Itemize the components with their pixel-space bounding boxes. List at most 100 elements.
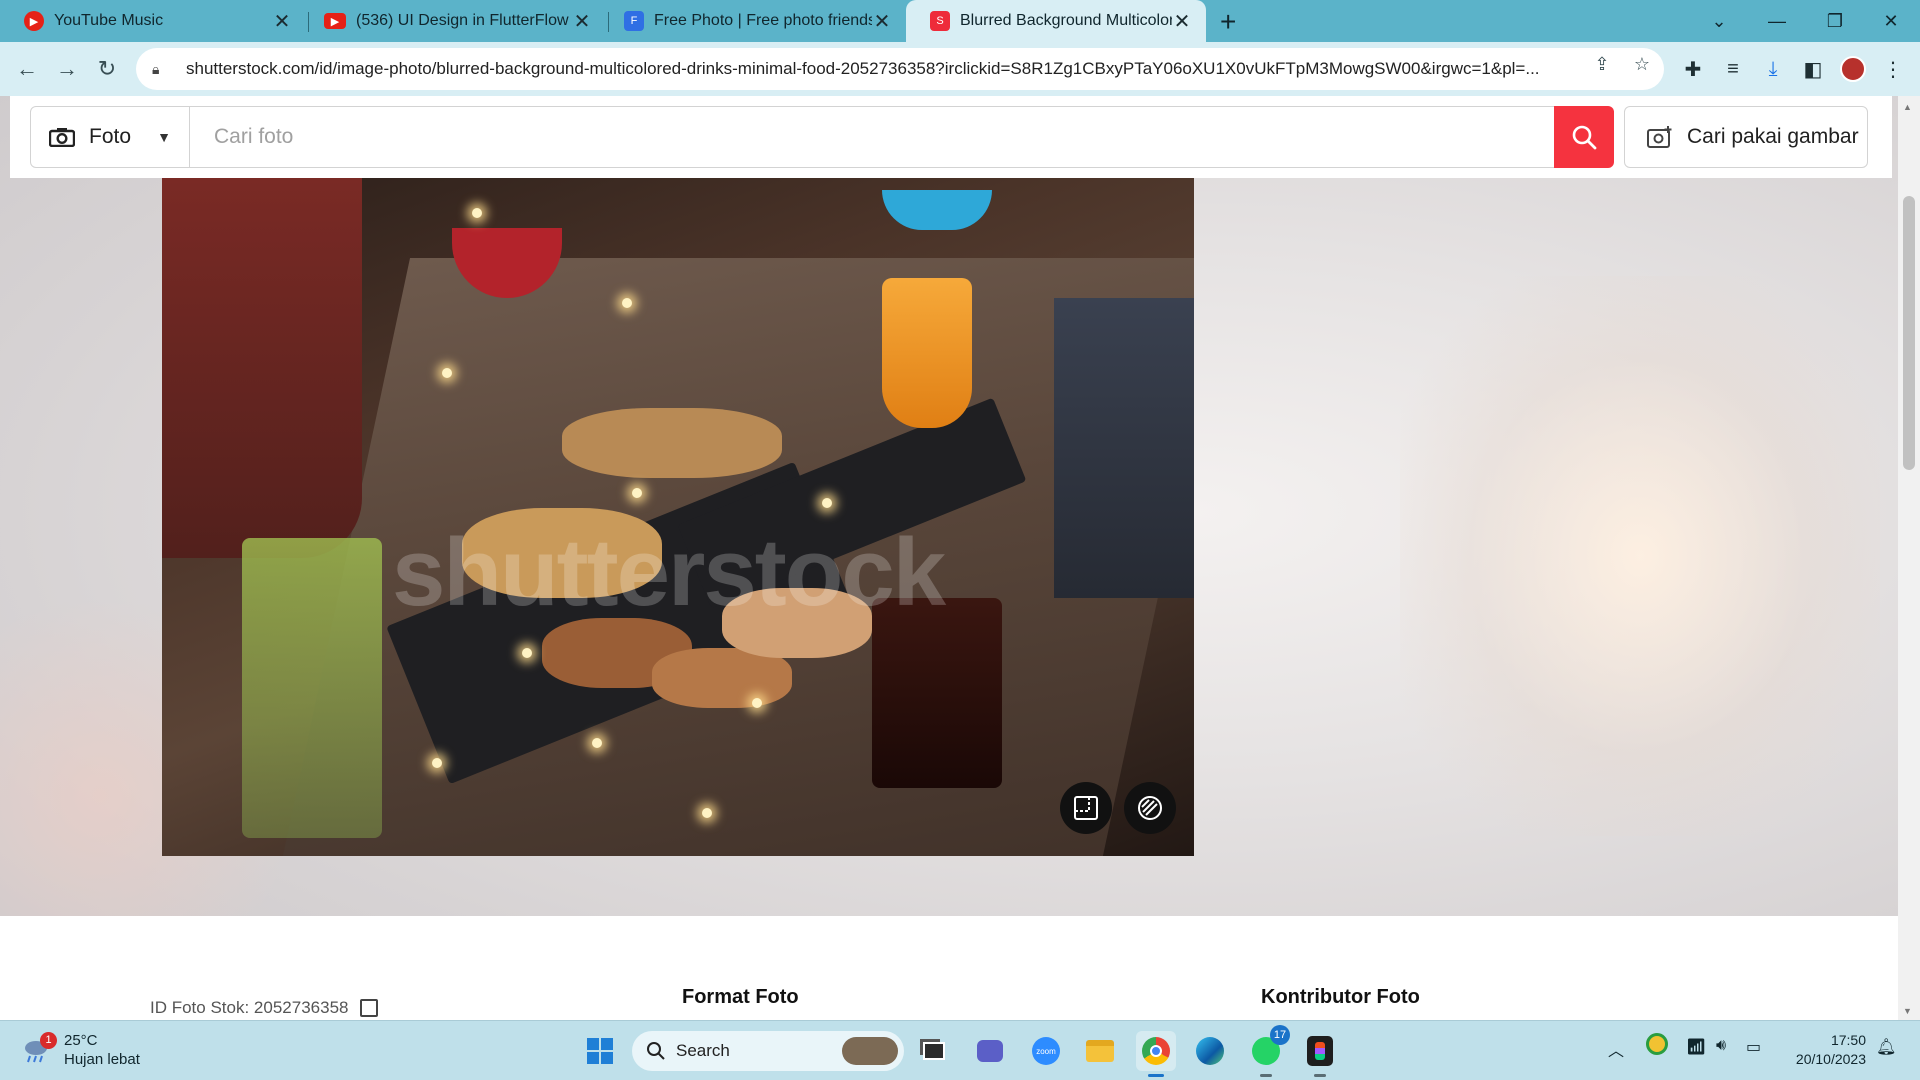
weather-desc: Hujan lebat — [64, 1051, 140, 1068]
minimize-icon[interactable]: — — [1748, 0, 1806, 42]
media-type-label: Foto — [89, 125, 132, 148]
address-bar[interactable]: 🔒︎ shutterstock.com/id/image-photo/blurr… — [136, 48, 1664, 90]
photo-food — [562, 408, 782, 478]
tab-freepik[interactable]: F Free Photo | Free photo friends t ✕ — [600, 0, 906, 42]
chrome-icon[interactable] — [1136, 1031, 1176, 1077]
avatar[interactable] — [1838, 54, 1868, 84]
stock-id-text: ID Foto Stok: 2052736358 — [150, 998, 349, 1017]
active-indicator — [1148, 1074, 1164, 1077]
media-type-select[interactable]: Foto ▼ — [30, 106, 190, 168]
lock-icon[interactable]: 🔒︎ — [152, 61, 174, 78]
wifi-icon[interactable]: 📶︎ — [1686, 1037, 1706, 1057]
taskbar: 1 25°C Hujan lebat Search zoom 17 ︿ 📶︎ 🔊… — [0, 1020, 1920, 1080]
notification-bell-icon[interactable]: 🔔︎ — [1876, 1037, 1896, 1057]
photo-mojito — [242, 538, 382, 838]
camera-icon — [49, 128, 75, 147]
background-blur — [1400, 276, 1880, 836]
volume-icon[interactable]: 🔊︎ — [1716, 1037, 1726, 1055]
download-icon[interactable]: ⤓ — [1758, 54, 1788, 84]
image-search-button[interactable]: Cari pakai gambar — [1624, 106, 1868, 168]
search-highlight-icon — [842, 1037, 898, 1065]
tab-title: YouTube Music — [54, 12, 164, 29]
shutterstock-icon: S — [930, 11, 950, 31]
clock-time: 17:50 — [1830, 1032, 1866, 1048]
weather-temp: 25°C — [64, 1032, 98, 1049]
restore-icon[interactable]: ❐ — [1806, 0, 1864, 42]
page-scrollbar[interactable]: ▲ ▼ — [1898, 96, 1920, 1020]
media-control-icon[interactable]: ≡ — [1718, 54, 1748, 84]
bookmark-star-icon[interactable]: ☆ — [1630, 52, 1654, 76]
scroll-up-icon[interactable]: ▲ — [1903, 102, 1912, 112]
menu-kebab-icon[interactable]: ⋮ — [1878, 54, 1908, 84]
close-tab-icon[interactable]: ✕ — [872, 9, 892, 34]
search-bar: Foto ▼ Cari foto Cari pakai gambar — [10, 96, 1892, 178]
search-icon — [1572, 125, 1597, 150]
visual-search-button[interactable] — [1124, 782, 1176, 834]
page-content: Foto ▼ Cari foto Cari pakai gambar shutt… — [0, 96, 1920, 1020]
weather-alert-badge: 1 — [40, 1032, 57, 1049]
tab-youtube-music[interactable]: ▶ YouTube Music ✕ — [0, 0, 306, 42]
url-text[interactable]: shutterstock.com/id/image-photo/blurred-… — [186, 59, 1606, 79]
crop-icon — [1074, 796, 1098, 820]
tab-youtube-flutterflow[interactable]: ▶ (536) UI Design in FlutterFlow || ✕ — [300, 0, 606, 42]
photo-fairy-light — [472, 208, 482, 218]
browser-toolbar: ← → ↻ 🔒︎ shutterstock.com/id/image-photo… — [0, 42, 1920, 96]
stock-photo[interactable]: shutterstock — [162, 178, 1194, 856]
tab-title: Blurred Background Multicolore — [960, 12, 1172, 29]
reload-icon[interactable]: ↻ — [92, 54, 122, 84]
window-close-icon[interactable]: ✕ — [1862, 0, 1920, 42]
clock-date: 20/10/2023 — [1795, 1051, 1866, 1067]
running-indicator — [1314, 1074, 1326, 1077]
teams-chat-icon[interactable] — [970, 1031, 1010, 1071]
photo-fairy-light — [752, 698, 762, 708]
share-icon[interactable]: ⇪ — [1590, 52, 1614, 76]
forward-icon[interactable]: → — [52, 54, 82, 84]
photo-cocktail-blue — [882, 190, 992, 230]
freepik-icon: F — [624, 11, 644, 31]
photo-cocktail-orange — [882, 278, 972, 428]
tray-app-icon[interactable] — [1646, 1033, 1668, 1055]
weather-widget[interactable]: 1 25°C Hujan lebat — [22, 1031, 140, 1069]
close-tab-icon[interactable]: ✕ — [1172, 9, 1192, 34]
image-search-label: Cari pakai gambar — [1687, 125, 1859, 148]
photo-fairy-light — [432, 758, 442, 768]
close-tab-icon[interactable]: ✕ — [272, 9, 292, 34]
close-tab-icon[interactable]: ✕ — [572, 9, 592, 34]
photo-fairy-light — [702, 808, 712, 818]
youtube-icon: ▶ — [324, 13, 346, 29]
copy-icon[interactable] — [360, 999, 379, 1017]
system-clock[interactable]: 17:50 20/10/2023 — [1782, 1031, 1866, 1069]
photo-watermark: shutterstock — [392, 519, 946, 626]
search-input[interactable]: Cari foto — [190, 106, 1556, 168]
side-panel-icon[interactable]: ◧ — [1798, 54, 1828, 84]
photo-fairy-light — [592, 738, 602, 748]
search-button[interactable] — [1554, 106, 1614, 168]
task-view-icon[interactable] — [914, 1031, 954, 1071]
image-search-icon — [1647, 126, 1672, 148]
caret-down-icon: ▼ — [157, 129, 171, 145]
taskbar-search[interactable]: Search — [632, 1031, 904, 1071]
zoom-icon[interactable]: zoom — [1026, 1031, 1066, 1071]
start-button[interactable] — [580, 1031, 620, 1071]
new-tab-icon[interactable]: + — [1220, 6, 1236, 38]
figma-icon[interactable] — [1300, 1031, 1340, 1077]
windows-icon — [587, 1038, 613, 1064]
search-icon — [647, 1042, 665, 1060]
scrollbar-thumb[interactable] — [1903, 196, 1915, 470]
whatsapp-icon[interactable]: 17 — [1246, 1025, 1290, 1077]
back-icon[interactable]: ← — [12, 54, 42, 84]
photo-person — [1054, 298, 1194, 598]
youtube-music-icon: ▶ — [24, 11, 44, 31]
photo-info-section: ID Foto Stok: 2052736358 Format Foto Kon… — [0, 916, 1898, 1020]
tab-search-chevron-icon[interactable]: ⌄ — [1690, 0, 1748, 42]
photo-fairy-light — [442, 368, 452, 378]
extensions-icon[interactable]: ✚ — [1678, 54, 1708, 84]
tray-overflow-chevron-icon[interactable]: ︿ — [1608, 1037, 1624, 1061]
battery-icon[interactable]: ▭ — [1746, 1037, 1761, 1057]
crop-button[interactable] — [1060, 782, 1112, 834]
scroll-down-icon[interactable]: ▼ — [1903, 1006, 1912, 1016]
edge-icon[interactable] — [1190, 1031, 1230, 1071]
browser-tab-strip: ▶ YouTube Music ✕ ▶ (536) UI Design in F… — [0, 0, 1920, 42]
file-explorer-icon[interactable] — [1080, 1031, 1120, 1071]
tab-shutterstock[interactable]: S Blurred Background Multicolore ✕ — [906, 0, 1206, 42]
